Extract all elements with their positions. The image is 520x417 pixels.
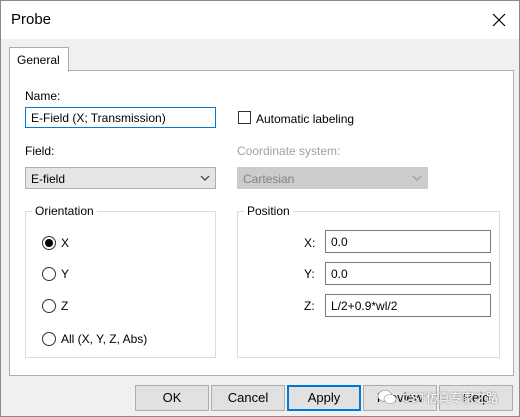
- position-x-field[interactable]: [325, 230, 491, 253]
- general-panel: Name: Automatic labeling Field: E-field …: [9, 70, 514, 376]
- ok-button[interactable]: OK: [135, 385, 209, 411]
- orientation-x-label: X: [61, 236, 70, 250]
- orientation-y-label: Y: [61, 267, 70, 281]
- orientation-y-radio[interactable]: [42, 267, 56, 281]
- field-select[interactable]: E-field: [25, 167, 216, 189]
- orientation-title: Orientation: [32, 204, 97, 218]
- automatic-labeling-checkbox[interactable]: [238, 111, 251, 124]
- tab-general[interactable]: General: [9, 47, 69, 72]
- orientation-all-label: All (X, Y, Z, Abs): [61, 332, 148, 346]
- tab-general-label: General: [17, 53, 60, 67]
- chevron-down-icon: [200, 175, 210, 181]
- apply-button[interactable]: Apply: [287, 385, 361, 411]
- orientation-group: Orientation X Y Z All (X, Y, Z, Abs): [25, 204, 216, 358]
- coordinate-system-label: Coordinate system:: [237, 144, 341, 158]
- coordinate-system-select: Cartesian: [237, 167, 428, 189]
- coordinate-system-value: Cartesian: [243, 172, 295, 186]
- position-z-field[interactable]: [325, 294, 491, 317]
- help-button[interactable]: Help: [439, 385, 513, 411]
- field-label: Field:: [25, 144, 55, 158]
- chevron-down-icon: [412, 175, 422, 181]
- position-x-label: X:: [304, 236, 316, 250]
- window-title: Probe: [11, 11, 52, 28]
- orientation-z-radio[interactable]: [42, 299, 56, 313]
- automatic-labeling-label: Automatic labeling: [256, 112, 355, 126]
- cancel-button[interactable]: Cancel: [211, 385, 285, 411]
- close-button[interactable]: [479, 1, 519, 39]
- close-icon: [492, 13, 506, 27]
- name-label: Name:: [25, 89, 61, 103]
- position-y-label: Y:: [304, 267, 315, 281]
- probe-dialog: Probe General Name: Automatic labeling F…: [0, 0, 520, 417]
- position-z-label: Z:: [304, 299, 315, 313]
- title-bar: Probe: [1, 1, 519, 39]
- orientation-all-radio[interactable]: [42, 332, 56, 346]
- preview-button[interactable]: Preview: [363, 385, 437, 411]
- name-field[interactable]: [25, 107, 216, 128]
- position-y-field[interactable]: [325, 262, 491, 285]
- field-select-value: E-field: [31, 172, 66, 186]
- orientation-z-label: Z: [61, 299, 69, 313]
- orientation-x-radio[interactable]: [42, 236, 56, 250]
- position-group: Position X: Y: Z:: [237, 204, 500, 358]
- position-title: Position: [244, 204, 293, 218]
